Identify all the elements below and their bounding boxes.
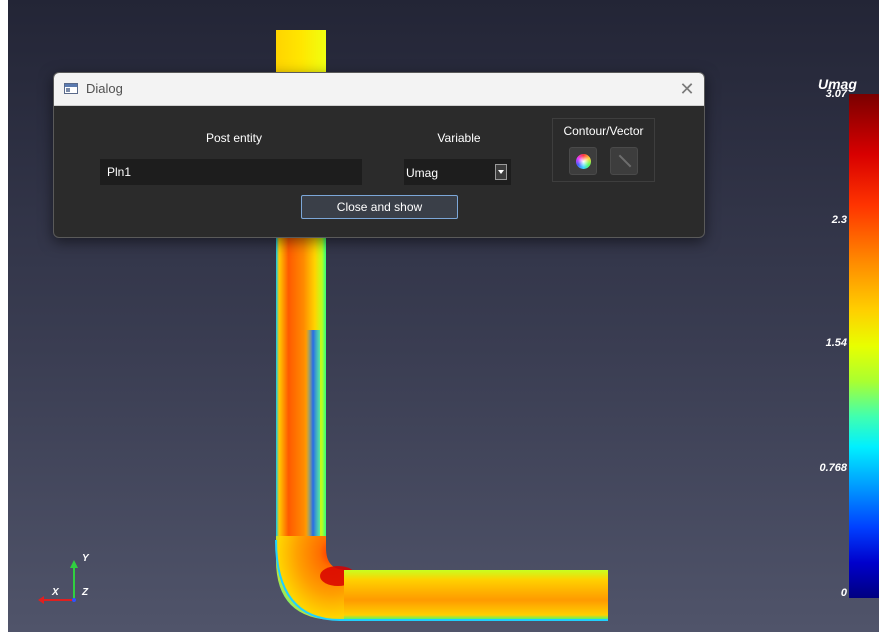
axis-z-label: Z — [82, 587, 89, 598]
close-and-show-button[interactable]: Close and show — [301, 195, 458, 219]
variable-selected-value: Umag — [406, 166, 439, 180]
contour-button[interactable] — [569, 147, 597, 175]
legend-tick: 1.54 — [825, 337, 847, 349]
legend-tick-min: 0 — [840, 587, 847, 599]
post-entity-field[interactable] — [100, 159, 362, 185]
close-icon[interactable]: ✕ — [674, 77, 700, 101]
variable-select[interactable]: Umag — [404, 159, 511, 185]
dialog-titlebar[interactable]: Dialog ✕ — [54, 73, 704, 106]
legend-tick: 0.768 — [819, 462, 847, 474]
legend-tick-max: 3.07 — [825, 88, 847, 100]
legend-tick: 2.3 — [831, 214, 847, 226]
window-icon — [64, 83, 78, 94]
axis-y-label: Y — [82, 553, 89, 564]
variable-label: Variable — [437, 131, 481, 145]
vector-line-icon — [618, 154, 632, 168]
post-dialog: Dialog ✕ Post entity Variable Umag Conto… — [53, 72, 705, 238]
axis-x-label: X — [52, 587, 59, 598]
dialog-title: Dialog — [86, 81, 123, 96]
pipe-inner-band — [306, 330, 320, 540]
color-legend-bar — [849, 94, 879, 598]
chevron-down-icon[interactable] — [495, 164, 507, 180]
vector-button[interactable] — [610, 147, 638, 175]
post-entity-label: Post entity — [205, 131, 263, 145]
color-wheel-icon — [576, 154, 591, 169]
contour-vector-label: Contour/Vector — [563, 124, 644, 138]
pipe-horizontal-segment — [344, 570, 608, 620]
pipe-top-segment — [276, 30, 326, 74]
